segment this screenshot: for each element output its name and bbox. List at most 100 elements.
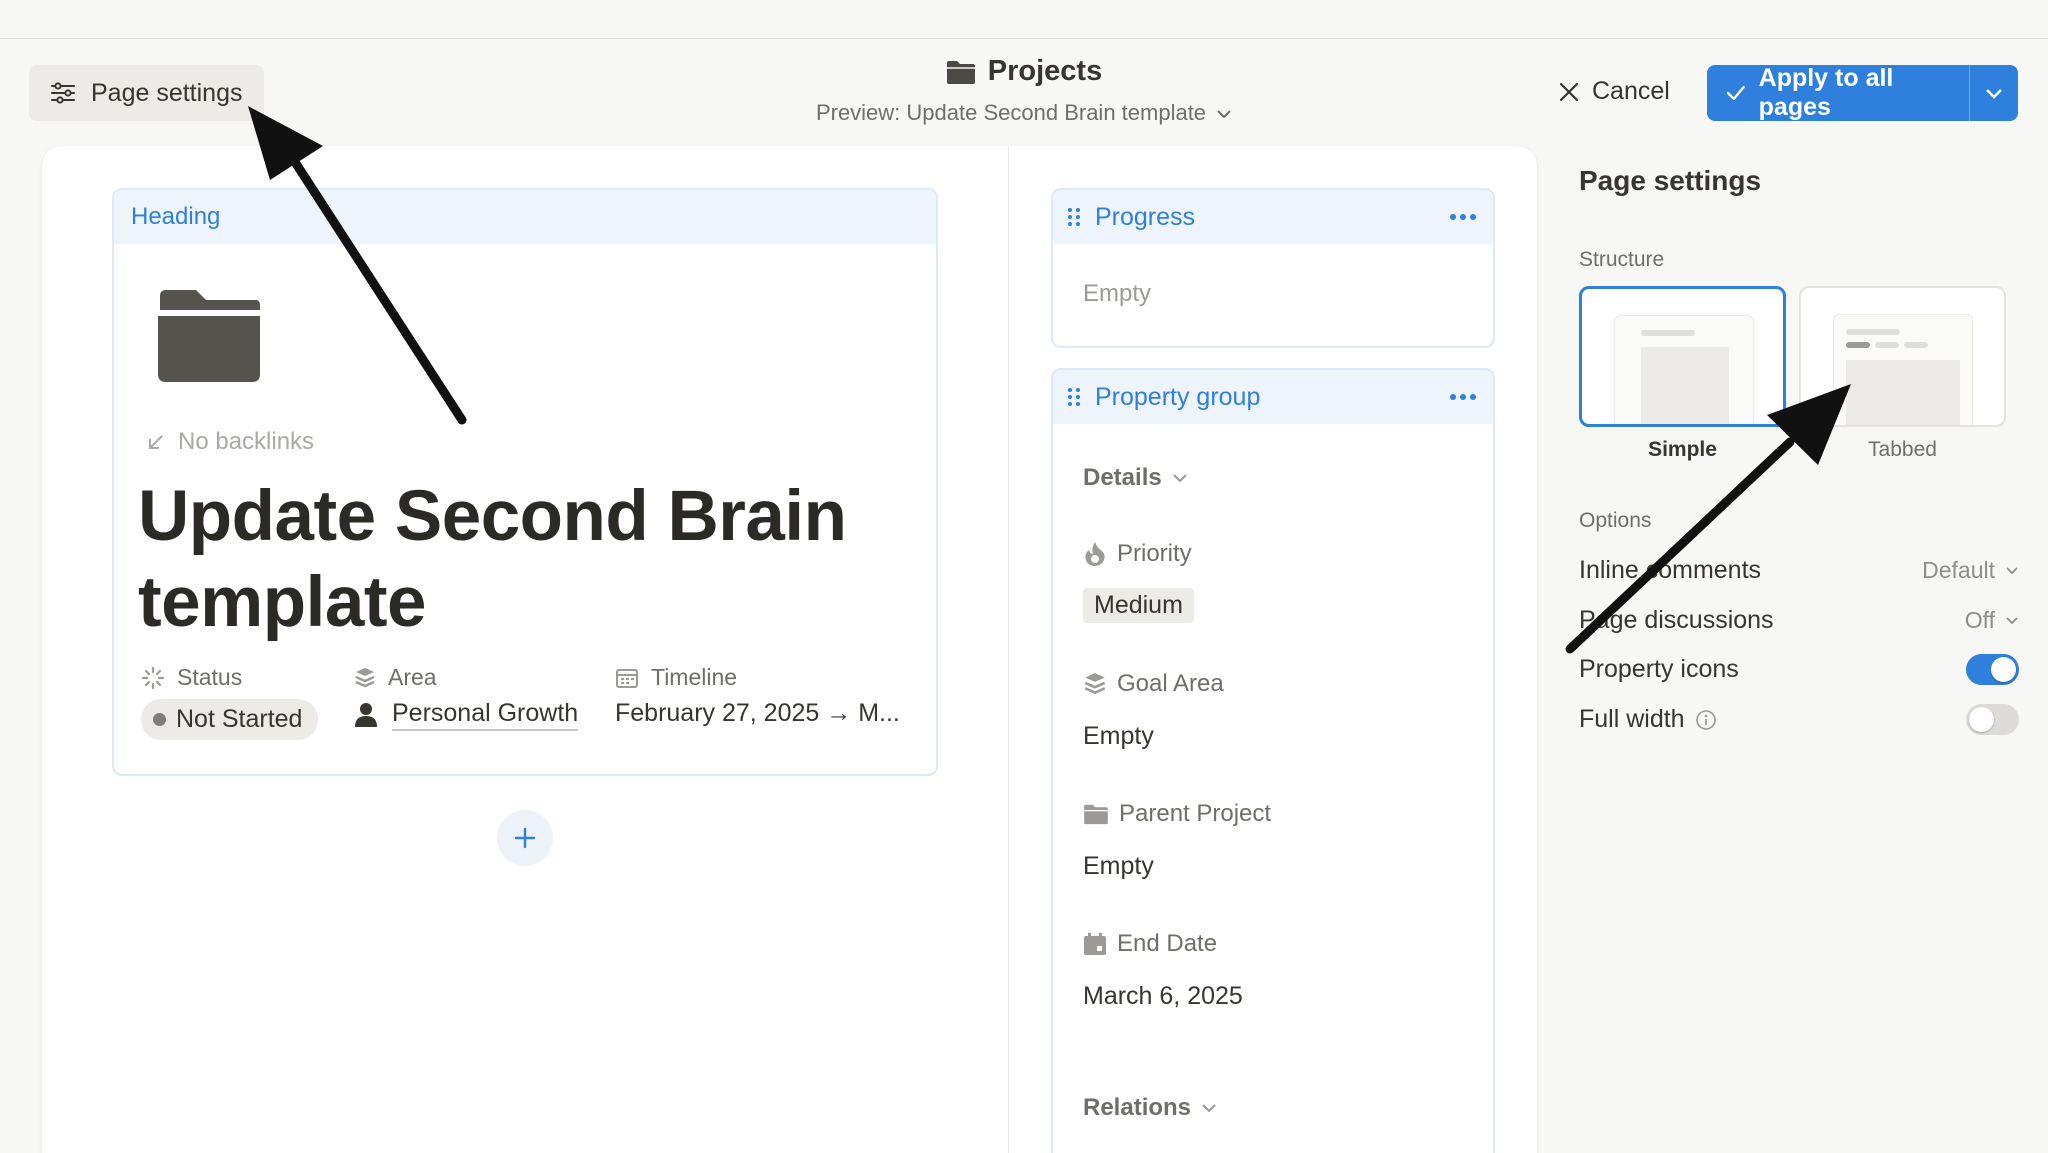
backlinks-text: No backlinks: [178, 428, 315, 455]
tabbed-preview-tab: [1875, 342, 1899, 348]
toggle-knob: [1991, 657, 2016, 682]
progress-value[interactable]: Empty: [1083, 280, 1151, 308]
status-value[interactable]: Not Started: [141, 699, 319, 740]
chevron-down-icon: [2006, 616, 2018, 624]
drag-handle-icon[interactable]: [1065, 205, 1083, 229]
tabbed-preview-content: [1846, 360, 1960, 425]
tabbed-preview-tab-active: [1846, 342, 1870, 348]
inline-comments-option[interactable]: Inline comments Default: [1579, 556, 2019, 585]
page-title[interactable]: Update Second Brain template: [138, 474, 918, 646]
details-section-toggle[interactable]: Details: [1083, 464, 1188, 492]
parent-project-value[interactable]: Empty: [1083, 852, 1154, 881]
status-badge: Not Started: [141, 699, 319, 740]
page-discussions-select[interactable]: Off: [1965, 607, 2019, 634]
simple-preview-content: [1641, 347, 1729, 424]
more-options-icon[interactable]: [1449, 393, 1477, 401]
full-width-option[interactable]: Full width: [1579, 704, 2019, 735]
page-folder-icon[interactable]: [156, 286, 262, 384]
area-value[interactable]: Personal Growth: [354, 699, 579, 731]
apply-label: Apply to all pages: [1758, 64, 1894, 121]
inline-comments-value: Default: [1922, 557, 1995, 583]
calendar-icon: [616, 668, 638, 688]
property-group-label: Property group: [1095, 382, 1261, 411]
add-block-button[interactable]: [497, 810, 553, 866]
apply-options-dropdown[interactable]: [1970, 87, 2018, 99]
window-top-strip: [0, 0, 2048, 39]
relations-section-toggle[interactable]: Relations: [1083, 1094, 1217, 1122]
layers-icon: [355, 667, 375, 687]
simple-preview-bar: [1641, 330, 1695, 336]
database-title-text: Projects: [987, 55, 1103, 87]
progress-block[interactable]: Progress Empty: [1051, 188, 1495, 348]
property-group-block[interactable]: Property group Details Priority Medium G…: [1051, 368, 1495, 1153]
status-dot: [153, 713, 166, 726]
structure-option-tabbed[interactable]: [1799, 286, 2006, 427]
folder-icon: [1084, 804, 1108, 825]
property-icons-option[interactable]: Property icons: [1579, 654, 2019, 685]
progress-block-label: Progress: [1095, 202, 1196, 231]
chevron-down-icon: [1202, 1104, 1216, 1113]
structure-option-simple[interactable]: [1579, 286, 1786, 427]
timeline-value[interactable]: February 27, 2025 → M...: [615, 699, 900, 728]
toggle-knob: [1969, 707, 1994, 732]
priority-label: Priority: [1117, 540, 1192, 567]
plus-icon: [514, 827, 536, 849]
page-discussions-value: Off: [1964, 607, 1995, 633]
full-width-label: Full width: [1579, 705, 1685, 733]
calendar-icon: [1084, 933, 1106, 955]
chevron-down-icon: [2006, 566, 2018, 574]
goal-area-label: Goal Area: [1117, 670, 1224, 697]
more-options-icon[interactable]: [1449, 213, 1477, 221]
chevron-down-icon: [1986, 89, 2002, 99]
property-status[interactable]: Status: [141, 664, 242, 691]
check-icon: [1726, 85, 1745, 101]
property-group-header[interactable]: Property group: [1053, 370, 1493, 424]
goal-area-value[interactable]: Empty: [1083, 722, 1154, 751]
arrow-down-left-icon: [149, 435, 163, 449]
inline-comments-select[interactable]: Default: [1922, 557, 2019, 584]
parent-project-property[interactable]: Parent Project: [1083, 800, 1271, 828]
folder-icon: [946, 60, 975, 84]
close-icon: [1559, 82, 1579, 101]
settings-title: Page settings: [1579, 165, 1762, 196]
property-icons-label: Property icons: [1579, 655, 1739, 683]
page-discussions-option[interactable]: Page discussions Off: [1579, 606, 2019, 635]
full-width-toggle[interactable]: [1966, 704, 2019, 735]
details-label: Details: [1083, 464, 1162, 491]
preview-text: Preview: Update Second Brain template: [815, 100, 1207, 125]
apply-to-all-pages-button[interactable]: Apply to all pages: [1707, 64, 2018, 121]
structure-simple-label: Simple: [1648, 438, 1717, 461]
heading-block-header[interactable]: Heading: [114, 190, 936, 244]
backlinks-indicator[interactable]: No backlinks: [146, 428, 314, 456]
page-discussions-label: Page discussions: [1579, 606, 1774, 634]
heading-block-label: Heading: [131, 203, 221, 230]
property-timeline[interactable]: Timeline: [615, 664, 737, 691]
chevron-down-icon: [1216, 100, 1232, 126]
property-area[interactable]: Area: [354, 664, 437, 691]
person-icon: [355, 703, 377, 727]
cancel-button[interactable]: Cancel: [1558, 77, 1670, 106]
timeline-text: February 27, 2025 → M...: [615, 699, 900, 727]
property-name: Status: [177, 664, 243, 690]
property-name: Timeline: [651, 664, 738, 690]
goal-area-property[interactable]: Goal Area: [1083, 670, 1224, 698]
fire-icon: [1085, 542, 1105, 566]
cancel-label: Cancel: [1592, 77, 1670, 105]
property-icons-toggle[interactable]: [1966, 654, 2019, 685]
structure-tabbed-label: Tabbed: [1868, 438, 1937, 461]
priority-property[interactable]: Priority: [1083, 540, 1192, 568]
info-icon[interactable]: [1695, 709, 1717, 731]
relations-label: Relations: [1083, 1094, 1192, 1121]
area-link[interactable]: Personal Growth: [392, 699, 579, 731]
inline-comments-label: Inline comments: [1579, 556, 1762, 584]
chevron-down-icon: [1172, 474, 1187, 483]
heading-block[interactable]: Heading No backlinks Update Second Brain…: [112, 188, 938, 776]
end-date-property[interactable]: End Date: [1083, 930, 1217, 958]
property-name: Area: [388, 664, 437, 690]
layers-icon: [1084, 673, 1106, 695]
progress-block-header[interactable]: Progress: [1053, 190, 1493, 244]
priority-value[interactable]: Medium: [1083, 588, 1194, 623]
drag-handle-icon[interactable]: [1065, 385, 1083, 409]
end-date-value[interactable]: March 6, 2025: [1083, 982, 1243, 1011]
options-section-label: Options: [1579, 509, 1652, 532]
